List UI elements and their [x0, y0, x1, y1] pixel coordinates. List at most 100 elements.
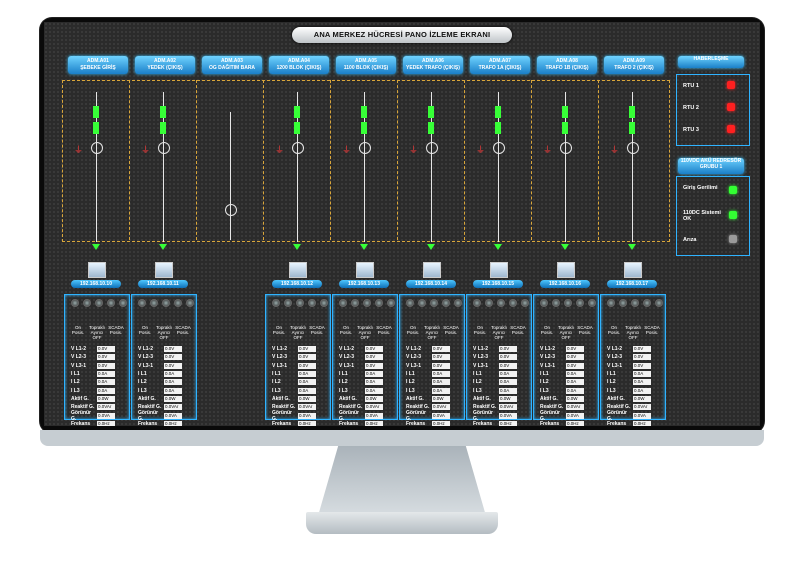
disconnector-icon[interactable]	[562, 122, 568, 134]
earthing-switch-icon[interactable]: ⏚	[543, 146, 552, 155]
measurement-value: 0.0A	[633, 371, 651, 378]
earthing-switch-icon[interactable]: ⏚	[141, 146, 150, 155]
cell-header-8[interactable]: ADM.A08 TRAFO 1B (ÇIKIŞ)	[537, 56, 597, 74]
energy-meter-icon[interactable]	[423, 262, 441, 278]
measurement-row: V L2-3 0.0V	[339, 353, 393, 361]
breaker-icon[interactable]	[428, 106, 434, 118]
measurement-value: 0.0V	[566, 362, 584, 369]
screen-title: ANA MERKEZ HÜCRESİ PANO İZLEME EKRANI	[292, 27, 512, 43]
status-dot-icon	[473, 299, 481, 307]
ip-address-badge: 192.168.10.17	[607, 280, 657, 288]
disconnector-icon[interactable]	[361, 122, 367, 134]
panel-header-cell: SCADA Posis.	[443, 325, 459, 335]
status-indicators	[607, 299, 663, 307]
earthing-switch-icon[interactable]: ⏚	[275, 146, 284, 155]
fault-label: Arıza	[683, 237, 697, 243]
cell-header-2[interactable]: ADM.A02 YEDEK (ÇIKIŞ)	[135, 56, 195, 74]
breaker-icon[interactable]	[93, 106, 99, 118]
breaker-icon[interactable]	[361, 106, 367, 118]
measurement-value: 0.0V	[566, 346, 584, 353]
measurement-row: Frekans 0.0Hz	[406, 420, 460, 426]
breaker-icon[interactable]	[294, 106, 300, 118]
panel-header-cell: Topraklı Ayırıcı OFF	[357, 325, 373, 340]
measurement-value: 0.0Hz	[97, 420, 115, 426]
cell-header-5[interactable]: ADM.A05 1100 BLOK (ÇIKIŞ)	[336, 56, 396, 74]
measurement-label: I L1	[71, 371, 80, 378]
rtu-2-label: RTU 2	[683, 105, 699, 111]
cell-code: ADM.A06	[422, 58, 444, 64]
measurement-row: V L3-1 0.0V	[473, 362, 527, 370]
earthing-switch-icon[interactable]: ⏚	[476, 146, 485, 155]
energy-meter-icon[interactable]	[289, 262, 307, 278]
measurement-value: 0.0Hz	[566, 420, 584, 426]
current-transformer-icon	[158, 142, 170, 154]
measurement-label: I L1	[607, 371, 616, 378]
current-transformer-icon	[91, 142, 103, 154]
energy-meter-icon[interactable]	[557, 262, 575, 278]
monitor-stand-neck	[318, 446, 486, 516]
disconnector-icon[interactable]	[629, 122, 635, 134]
measurement-row: I L1 0.0A	[406, 370, 460, 378]
bay-separator	[263, 80, 264, 240]
cell-header-3[interactable]: ADM.A03 OG DAĞITIM BARA	[202, 56, 262, 74]
panel-header-cell: SCADA Posis.	[376, 325, 392, 335]
measurement-panel-2: On Posis. Topraklı Ayırıcı OFF SCADA Posis…	[131, 294, 197, 426]
status-indicators	[339, 299, 395, 307]
monitor-chin	[40, 430, 764, 446]
busbar-frame	[62, 80, 670, 242]
breaker-icon[interactable]	[629, 106, 635, 118]
earthing-switch-icon[interactable]: ⏚	[610, 146, 619, 155]
status-dot-icon	[631, 299, 639, 307]
cell-header-4[interactable]: ADM.A04 1200 BLOK (ÇIKIŞ)	[269, 56, 329, 74]
measurement-value: 0.0W	[432, 395, 450, 402]
measurement-row: V L2-3 0.0V	[607, 353, 661, 361]
disconnector-icon[interactable]	[428, 122, 434, 134]
measurement-value: 0.0A	[97, 371, 115, 378]
energy-meter-icon[interactable]	[88, 262, 106, 278]
measurement-row: I L1 0.0A	[540, 370, 594, 378]
fault-led	[729, 235, 737, 243]
measurement-row: V L3-1 0.0V	[272, 362, 326, 370]
disconnector-icon[interactable]	[294, 122, 300, 134]
cell-header-7[interactable]: ADM.A07 TRAFO 1A (ÇIKIŞ)	[470, 56, 530, 74]
cell-header-1[interactable]: ADM.A01 ŞEBEKE GİRİŞ	[68, 56, 128, 74]
measurement-label: I L1	[339, 371, 348, 378]
cell-name: TRAFO 2 (ÇIKIŞ)	[614, 65, 654, 71]
energy-meter-icon[interactable]	[624, 262, 642, 278]
disconnector-icon[interactable]	[160, 122, 166, 134]
measurement-row: I L1 0.0A	[272, 370, 326, 378]
breaker-icon[interactable]	[562, 106, 568, 118]
cell-header-9[interactable]: ADM.A09 TRAFO 2 (ÇIKIŞ)	[604, 56, 664, 74]
measurement-label: V L3-1	[540, 362, 556, 369]
measurement-label: I L3	[473, 387, 482, 394]
energy-meter-icon[interactable]	[356, 262, 374, 278]
energy-meter-icon[interactable]	[490, 262, 508, 278]
panel-header-cell: Topraklı Ayırıcı OFF	[156, 325, 172, 340]
status-indicators	[473, 299, 529, 307]
cell-name: YEDEK TRAFO (ÇIKIŞ)	[406, 65, 460, 71]
measurement-panel-6: On Posis. Topraklı Ayırıcı OFF SCADA Posis…	[399, 294, 465, 426]
disconnector-icon[interactable]	[495, 122, 501, 134]
measurement-label: I L3	[540, 387, 549, 394]
measurement-label: V L1-2	[138, 346, 154, 353]
energy-meter-icon[interactable]	[155, 262, 173, 278]
measurement-row: Görünür G. 0.0VA	[540, 410, 594, 422]
breaker-icon[interactable]	[160, 106, 166, 118]
measurement-row: I L1 0.0A	[607, 370, 661, 378]
panel-header-cell: Topraklı Ayırıcı OFF	[89, 325, 105, 340]
earthing-switch-icon[interactable]: ⏚	[409, 146, 418, 155]
feeder-arrow-icon	[628, 244, 636, 250]
measurement-row: V L1-2 0.0V	[272, 345, 326, 353]
earthing-switch-icon[interactable]: ⏚	[74, 146, 83, 155]
measurement-value: 0.0Hz	[164, 420, 182, 426]
measurement-label: V L1-2	[473, 346, 489, 353]
breaker-icon[interactable]	[495, 106, 501, 118]
earthing-switch-icon[interactable]: ⏚	[342, 146, 351, 155]
measurement-value: 0.0V	[499, 354, 517, 361]
measurement-value: 0.0V	[432, 354, 450, 361]
cell-header-6[interactable]: ADM.A06 YEDEK TRAFO (ÇIKIŞ)	[403, 56, 463, 74]
measurement-label: I L3	[272, 387, 281, 394]
measurement-value: 0.0W	[566, 395, 584, 402]
disconnector-icon[interactable]	[93, 122, 99, 134]
measurement-value: 0.0V	[365, 346, 383, 353]
